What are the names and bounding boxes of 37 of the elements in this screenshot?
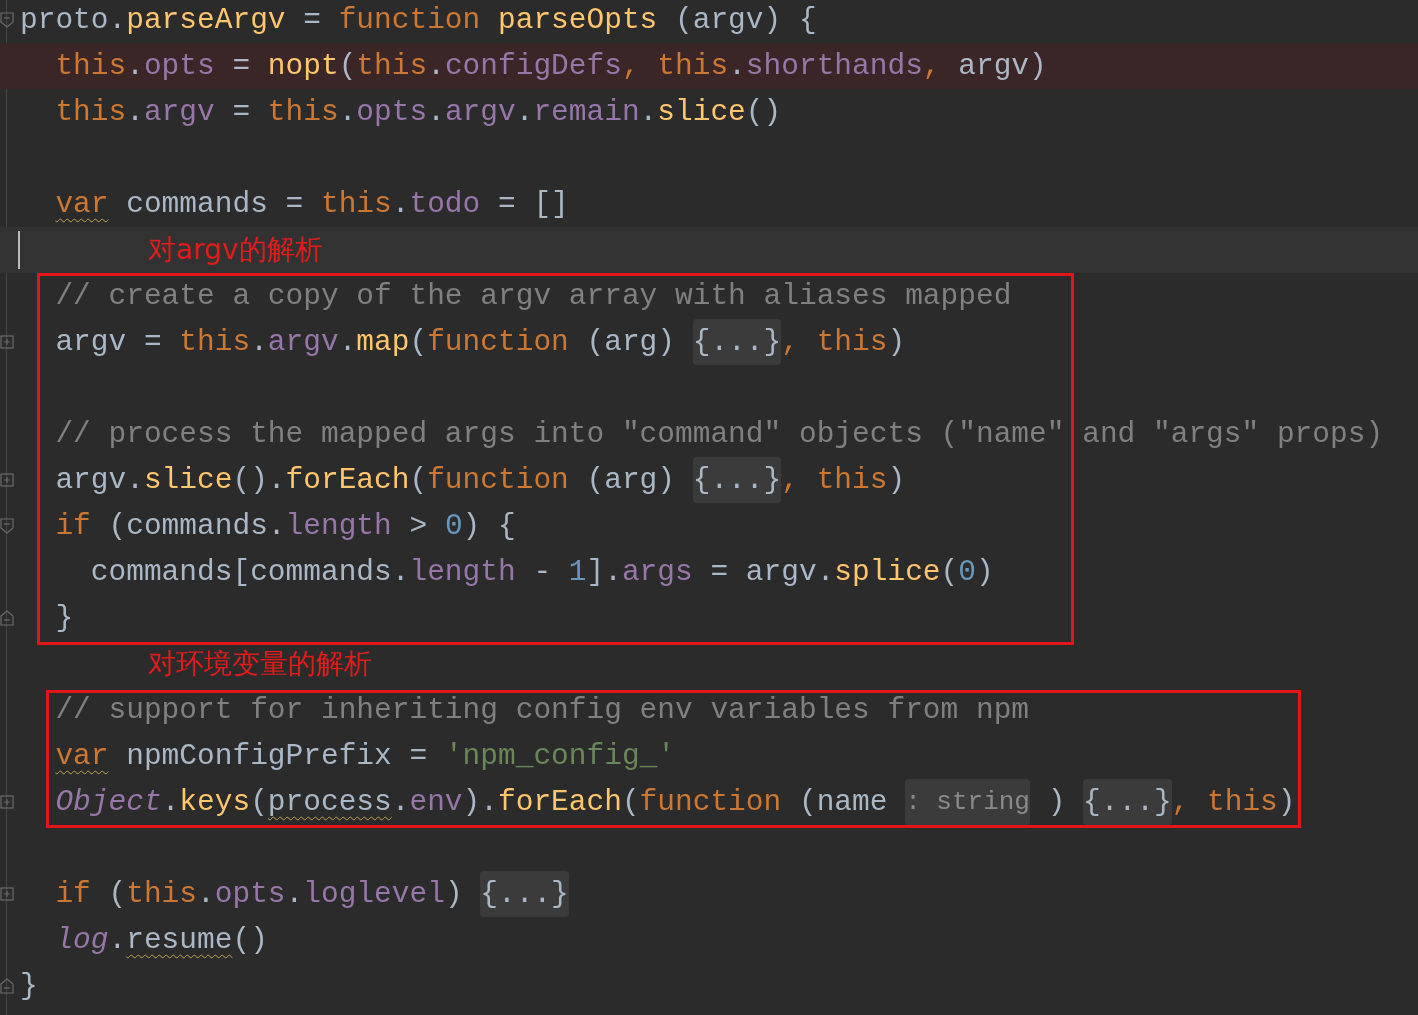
folded-code[interactable]: {...} bbox=[692, 319, 782, 365]
code-text: var commands = this.todo = [] bbox=[54, 186, 569, 223]
fold-collapse-icon[interactable] bbox=[0, 518, 14, 534]
fold-expand-icon[interactable] bbox=[0, 886, 14, 902]
code-text: this.argv = this.opts.argv.remain.slice() bbox=[54, 94, 782, 131]
annotation-label: 对环境变量的解析 bbox=[148, 646, 372, 682]
code-comment: // create a copy of the argv array with aliases mapped bbox=[54, 278, 1012, 315]
code-text: , this) bbox=[781, 324, 906, 361]
fold-collapse-icon[interactable] bbox=[0, 12, 14, 28]
code-text: this.opts = nopt(this.configDefs, this.shorthands, argv) bbox=[54, 48, 1047, 85]
code-text: , this) bbox=[1171, 784, 1296, 821]
fold-expand-icon[interactable] bbox=[0, 334, 14, 350]
fold-expand-icon[interactable] bbox=[0, 472, 14, 488]
code-text: if (commands.length > 0) { bbox=[54, 508, 516, 545]
fold-end-icon[interactable] bbox=[0, 610, 14, 626]
type-hint: : string bbox=[905, 779, 1030, 825]
code-text: } bbox=[20, 968, 38, 1005]
code-text: argv.slice().forEach(function (arg) bbox=[54, 462, 676, 499]
code-text: commands[commands.length - 1].args = argv.splice(0) bbox=[89, 554, 994, 591]
fold-end-icon[interactable] bbox=[0, 978, 14, 994]
code-comment: // support for inheriting config env variables from npm bbox=[54, 692, 1030, 729]
code-text: if (this.opts.loglevel) bbox=[54, 876, 464, 913]
annotation-label: 对argv的解析 bbox=[148, 232, 323, 268]
folded-code[interactable]: {...} bbox=[480, 871, 569, 917]
folded-code[interactable]: {...} bbox=[692, 457, 782, 503]
code-text: Object.keys(process.env).forEach(function (name bbox=[54, 784, 889, 821]
text-caret bbox=[18, 231, 20, 269]
fold-expand-icon[interactable] bbox=[0, 794, 14, 810]
code-comment: // process the mapped args into "command" objects ("name" and "args" props) bbox=[54, 416, 1384, 453]
code-text: argv = this.argv.map(function (arg) bbox=[54, 324, 676, 361]
code-text: proto.parseArgv = function parseOpts (argv) { bbox=[20, 2, 817, 39]
code-text: , this) bbox=[781, 462, 906, 499]
code-text: ) bbox=[1046, 784, 1067, 821]
folded-code[interactable]: {...} bbox=[1083, 779, 1172, 825]
code-text: var npmConfigPrefix = 'npm_config_' bbox=[54, 738, 675, 775]
code-text: log.resume() bbox=[54, 922, 268, 959]
code-text: } bbox=[54, 600, 74, 637]
